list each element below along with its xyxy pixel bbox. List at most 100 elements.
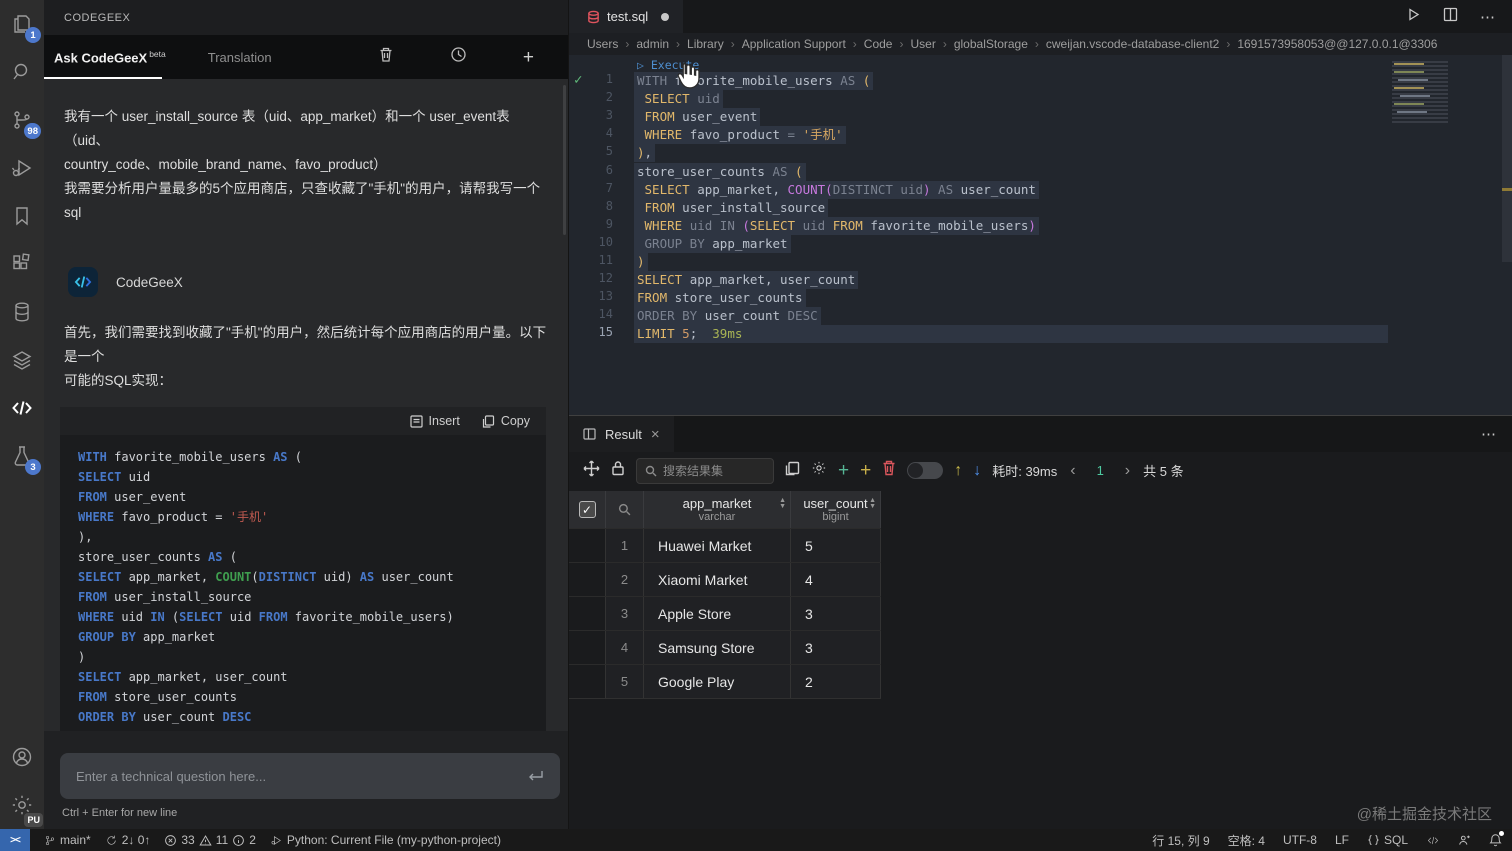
history-icon[interactable] — [450, 46, 467, 68]
git-branch-item[interactable]: main* — [44, 833, 91, 847]
next-page-icon[interactable]: › — [1123, 462, 1132, 480]
database-icon[interactable] — [0, 288, 44, 336]
column-header-user-count[interactable]: user_count bigint ▲ ▼ — [791, 491, 881, 528]
editor-scrollbar[interactable] — [1502, 55, 1512, 262]
problems-item[interactable]: 33 11 2 — [164, 833, 256, 847]
breadcrumb-item[interactable]: Application Support — [742, 37, 846, 51]
clear-chat-trash-icon[interactable] — [378, 46, 394, 68]
add-column-icon[interactable]: + — [860, 461, 871, 480]
language-mode[interactable]: SQL — [1367, 833, 1408, 847]
copy-button[interactable]: Copy — [482, 414, 530, 428]
notifications-bell-icon[interactable] — [1489, 831, 1504, 847]
editor-more-actions-icon[interactable]: ⋯ — [1480, 8, 1496, 26]
sort-arrows-icon[interactable]: ▲ ▼ — [869, 497, 876, 510]
edit-mode-toggle[interactable] — [907, 462, 944, 479]
table-row[interactable]: 3 Apple Store 3 — [569, 596, 881, 630]
line-number: 6 — [605, 162, 613, 177]
vscode-window: 1 98 3 PU CODEGEEX Ask CodeGeeX beta Tra… — [0, 0, 1512, 851]
encoding[interactable]: UTF-8 — [1283, 833, 1317, 847]
code-line: GROUP BY app_market — [634, 234, 791, 253]
tab-translation[interactable]: Translation — [208, 50, 272, 65]
delete-row-trash-icon[interactable] — [882, 460, 896, 481]
move-icon[interactable] — [583, 460, 600, 482]
braces-icon — [1368, 835, 1379, 845]
new-chat-plus-icon[interactable]: + — [523, 48, 534, 67]
codegeex-icon[interactable] — [0, 384, 44, 432]
column-header-app-market[interactable]: app_market varchar ▲ ▼ — [644, 491, 791, 528]
sort-up-icon[interactable]: ↑ — [954, 462, 962, 480]
line-number: 10 — [598, 234, 613, 249]
codegeex-status-icon[interactable] — [1426, 834, 1440, 847]
breadcrumb-item[interactable]: Users — [587, 37, 618, 51]
chat-code-line: GROUP BY app_market — [78, 630, 216, 644]
line-number: 5 — [605, 144, 613, 159]
sql-editor[interactable]: ▷ Execute ✓ 1 2 3 4 5 6 7 8 9 10 11 12 13 14 15 WITH f… — [569, 55, 1512, 415]
sort-down-icon[interactable]: ↓ — [973, 462, 981, 480]
breadcrumb-item[interactable]: Code — [864, 37, 893, 51]
tab-filename: test.sql — [607, 9, 649, 24]
chat-input-zone: Enter a technical question here... Ctrl … — [44, 731, 568, 829]
code-line: SELECT app_market, COUNT(DISTINCT uid) A… — [634, 180, 1039, 199]
chat-scroll-area[interactable]: 我有一个 user_install_source 表（uid、app_marke… — [44, 79, 568, 731]
extensions-icon[interactable] — [0, 240, 44, 288]
breadcrumb-item[interactable]: Library — [687, 37, 724, 51]
select-all-checkbox[interactable]: ✓ — [578, 501, 596, 518]
chat-code-line: WHERE uid IN (SELECT uid FROM favorite_m… — [78, 610, 454, 624]
table-header: ✓ app_market varchar ▲ ▼ user_count bigin… — [569, 491, 881, 528]
account-icon[interactable] — [0, 733, 44, 781]
remote-indicator[interactable]: >< — [0, 829, 30, 851]
split-editor-icon[interactable] — [1443, 7, 1458, 27]
question-input[interactable]: Enter a technical question here... — [60, 753, 560, 799]
table-row[interactable]: 5 Google Play 2 — [569, 664, 881, 698]
cursor-position[interactable]: 行 15, 列 9 — [1152, 832, 1209, 849]
python-interpreter-item[interactable]: Python: Current File (my-python-project) — [270, 833, 501, 847]
tab-ask-codegeex[interactable]: Ask CodeGeeX beta — [54, 49, 166, 65]
chat-code-line: WITH favorite_mobile_users AS ( — [78, 450, 302, 464]
close-result-icon[interactable]: × — [651, 426, 660, 443]
explorer-icon[interactable]: 1 — [0, 0, 44, 48]
filter-search-icon[interactable] — [618, 503, 631, 516]
layers-icon[interactable] — [0, 336, 44, 384]
table-row[interactable]: 1 Huawei Market 5 — [569, 528, 881, 562]
lock-icon[interactable] — [611, 460, 625, 481]
breadcrumb-item[interactable]: User — [910, 37, 935, 51]
indentation[interactable]: 空格: 4 — [1228, 832, 1265, 849]
line-number: 11 — [598, 253, 613, 267]
breadcrumb-item[interactable]: admin — [636, 37, 669, 51]
breadcrumb-item[interactable]: globalStorage — [954, 37, 1028, 51]
source-control-icon[interactable]: 98 — [0, 96, 44, 144]
breadcrumb-item[interactable]: 1691573958053@@127.0.0.1@3306 — [1237, 37, 1437, 51]
code-line: ORDER BY user_count DESC — [634, 307, 821, 326]
run-query-icon[interactable] — [1406, 7, 1421, 27]
modified-dot-icon[interactable] — [661, 12, 670, 21]
tab-test-sql[interactable]: test.sql — [569, 0, 684, 33]
sort-arrows-icon[interactable]: ▲ ▼ — [779, 497, 786, 510]
table-body: 1 Huawei Market 5 2 Xiaomi Market 4 3 Apple Sto… — [569, 528, 881, 698]
search-icon[interactable] — [0, 48, 44, 96]
bookmarks-icon[interactable] — [0, 192, 44, 240]
table-row[interactable]: 4 Samsung Store 3 — [569, 630, 881, 664]
test-explorer-icon[interactable]: 3 — [0, 432, 44, 480]
tab-result[interactable]: Result × — [569, 416, 674, 452]
prev-page-icon[interactable]: ‹ — [1068, 462, 1077, 480]
minimap[interactable] — [1392, 61, 1448, 123]
insert-button[interactable]: Insert — [409, 414, 460, 428]
eol-sequence[interactable]: LF — [1335, 833, 1349, 847]
result-search-input[interactable]: 搜索结果集 — [636, 457, 774, 484]
feedback-icon[interactable] — [1458, 834, 1471, 847]
export-copy-icon[interactable] — [785, 461, 800, 481]
sidebar-scrollbar[interactable] — [563, 85, 566, 235]
table-row[interactable]: 2 Xiaomi Market 4 — [569, 562, 881, 596]
assistant-name: CodeGeeX — [116, 274, 183, 290]
sync-item[interactable]: 2↓ 0↑ — [105, 833, 150, 847]
result-more-actions-icon[interactable]: ⋯ — [1481, 425, 1497, 443]
branch-icon — [45, 835, 55, 845]
run-debug-icon[interactable] — [0, 144, 44, 192]
codegeex-logo — [68, 267, 98, 297]
settings-gear-icon[interactable]: PU — [0, 781, 44, 829]
breadcrumb-item[interactable]: cweijan.vscode-database-client2 — [1046, 37, 1219, 51]
submit-enter-icon[interactable] — [526, 769, 544, 783]
result-table: ✓ app_market varchar ▲ ▼ user_count bigin… — [569, 491, 881, 699]
result-settings-gear-icon[interactable] — [811, 460, 827, 481]
add-row-icon[interactable]: + — [838, 461, 849, 480]
